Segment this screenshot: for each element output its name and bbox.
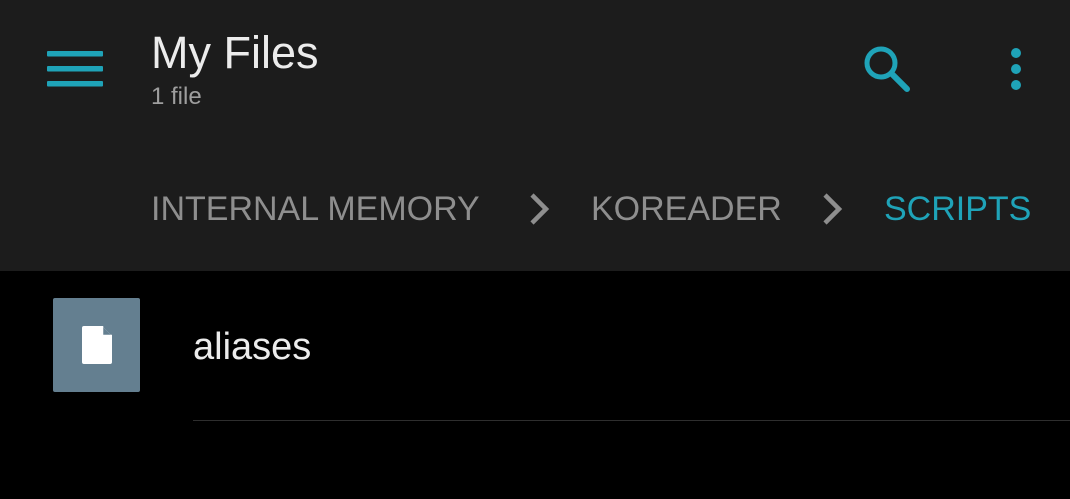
file-count: 1 file <box>151 83 202 110</box>
search-icon <box>864 46 910 92</box>
menu-icon <box>47 51 103 87</box>
file-manager-app: My Files 1 file INTERNAL MEMORY KOREADER <box>0 0 1070 499</box>
file-icon <box>81 326 112 364</box>
menu-button[interactable] <box>32 36 118 102</box>
search-button[interactable] <box>852 38 922 100</box>
title-block: My Files 1 file <box>151 26 319 112</box>
more-options-button[interactable] <box>990 38 1042 100</box>
page-title: My Files <box>151 27 319 78</box>
chevron-right-icon <box>823 193 843 225</box>
file-thumbnail <box>53 298 140 392</box>
file-name: aliases <box>193 326 312 368</box>
breadcrumb-item-scripts[interactable]: SCRIPTS <box>884 180 1031 238</box>
divider <box>193 420 1070 421</box>
breadcrumb-item-koreader[interactable]: KOREADER <box>591 180 782 238</box>
breadcrumb-item-internal-memory[interactable]: INTERNAL MEMORY <box>151 180 480 238</box>
more-vert-icon <box>1011 48 1021 90</box>
app-bar: My Files 1 file INTERNAL MEMORY KOREADER <box>0 0 1070 271</box>
file-list-item[interactable]: aliases <box>0 272 1070 422</box>
chevron-right-icon <box>530 193 550 225</box>
breadcrumb: INTERNAL MEMORY KOREADER SCRIPTS <box>0 180 1070 238</box>
